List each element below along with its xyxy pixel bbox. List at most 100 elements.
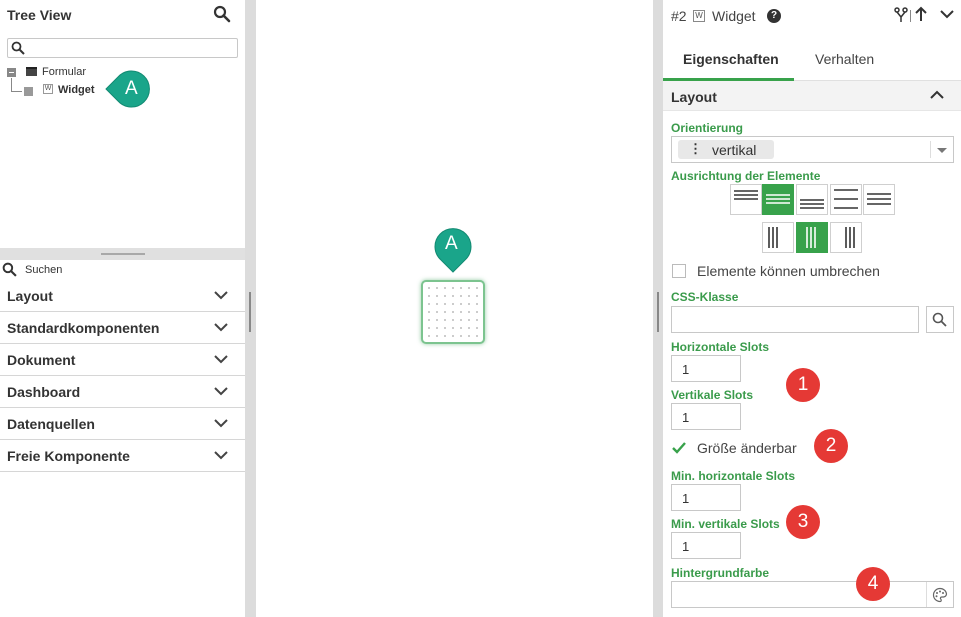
vslots-label: Vertikale Slots xyxy=(671,388,754,402)
callout-badge-4: 4 xyxy=(855,566,891,602)
palette-category-dashboard[interactable]: Dashboard xyxy=(0,376,245,408)
chevron-down-icon xyxy=(214,419,228,428)
resizable-label: Größe änderbar xyxy=(697,440,797,456)
orientation-label: Orientierung xyxy=(671,121,744,135)
min-hslots-value: 1 xyxy=(682,491,690,506)
callout-badge-3: 3 xyxy=(785,504,821,540)
wrap-label: Elemente können umbrechen xyxy=(697,263,880,279)
design-canvas[interactable]: A xyxy=(256,0,653,617)
arrow-up-icon[interactable] xyxy=(914,6,928,22)
align-right-icon xyxy=(845,227,855,248)
align-hcenter-button[interactable] xyxy=(796,222,828,253)
hslots-input[interactable]: 1 xyxy=(671,355,741,382)
widget-container[interactable] xyxy=(421,280,485,344)
collapse-icon[interactable] xyxy=(7,68,16,77)
badge-number: 4 xyxy=(867,573,879,594)
palette-category-layout[interactable]: Layout xyxy=(0,280,245,312)
align-bottom-icon xyxy=(800,199,824,209)
left-panel: Tree View Formular W Widget A Suchen Lay… xyxy=(0,0,245,617)
form-icon xyxy=(26,67,37,76)
palette-category-free[interactable]: Freie Komponente xyxy=(0,440,245,472)
tree-connector xyxy=(11,78,22,92)
hslots-label: Horizontale Slots xyxy=(671,340,770,354)
tree-node-label: Formular xyxy=(42,66,87,78)
min-hslots-label: Min. horizontale Slots xyxy=(671,469,796,483)
component-palette: Suchen Layout Standardkomponenten Dokume… xyxy=(0,260,245,617)
align-right-button[interactable] xyxy=(830,222,862,253)
min-vslots-label: Min. vertikale Slots xyxy=(671,517,780,531)
badge-number: 3 xyxy=(797,511,809,532)
search-placeholder: Suchen xyxy=(25,264,63,276)
left-resize-gutter[interactable] xyxy=(245,0,256,617)
gutter-grip[interactable] xyxy=(657,292,659,332)
min-hslots-input[interactable]: 1 xyxy=(671,484,741,511)
selected-chip: ⋮ vertikal xyxy=(678,140,774,159)
css-class-search-button[interactable] xyxy=(926,306,954,333)
chevron-down-icon xyxy=(214,323,228,332)
alignment-label: Ausrichtung der Elemente xyxy=(671,169,821,183)
palette-category-datasources[interactable]: Datenquellen xyxy=(0,408,245,440)
widget-type-icon: W xyxy=(693,10,705,22)
align-space-around-button[interactable] xyxy=(863,184,895,215)
tab-verhalten[interactable]: Verhalten xyxy=(815,51,874,67)
palette-category-standard[interactable]: Standardkomponenten xyxy=(0,312,245,344)
palette-search-input[interactable]: Suchen xyxy=(0,260,245,280)
tab-eigenschaften[interactable]: Eigenschaften xyxy=(683,51,779,67)
chevron-up-icon[interactable] xyxy=(930,90,944,100)
bgcolor-divider xyxy=(926,582,927,607)
help-icon[interactable]: ? xyxy=(767,9,781,23)
align-space-between-icon xyxy=(834,189,858,209)
category-label: Dokument xyxy=(7,352,76,368)
align-center-icon xyxy=(766,194,790,204)
align-center-button[interactable] xyxy=(762,184,794,215)
align-top-button[interactable] xyxy=(730,184,762,215)
wrap-checkbox[interactable] xyxy=(672,264,686,278)
palette-icon[interactable] xyxy=(932,587,948,603)
panel-splitter[interactable] xyxy=(0,248,245,260)
align-left-button[interactable] xyxy=(762,222,794,253)
search-icon xyxy=(932,312,947,327)
tree-view-panel: Tree View Formular W Widget A xyxy=(0,0,245,248)
category-label: Datenquellen xyxy=(7,416,95,432)
dropdown-arrow-icon[interactable] xyxy=(936,147,948,155)
category-label: Layout xyxy=(7,288,53,304)
gutter-grip[interactable] xyxy=(249,292,251,332)
toolbar-separator xyxy=(910,10,911,22)
palette-category-document[interactable]: Dokument xyxy=(0,344,245,376)
category-label: Standardkomponenten xyxy=(7,320,160,336)
css-class-input[interactable] xyxy=(671,306,919,333)
chevron-down-icon[interactable] xyxy=(940,9,954,19)
bgcolor-input[interactable] xyxy=(671,581,954,608)
badge-number: 1 xyxy=(797,374,809,395)
element-id: #2 xyxy=(671,8,687,24)
search-icon[interactable] xyxy=(213,5,231,23)
marker-label: A xyxy=(125,78,138,99)
tree-node-formular[interactable]: Formular xyxy=(7,66,107,80)
chevron-down-icon xyxy=(214,355,228,364)
align-bottom-button[interactable] xyxy=(796,184,828,215)
splitter-grip[interactable] xyxy=(101,253,145,255)
section-header-layout[interactable]: Layout xyxy=(663,81,961,111)
vslots-input[interactable]: 1 xyxy=(671,403,741,430)
checkmark-icon[interactable] xyxy=(671,441,687,455)
bgcolor-label: Hintergrundfarbe xyxy=(671,566,770,580)
right-resize-gutter[interactable] xyxy=(653,0,663,617)
tree-filter-input[interactable] xyxy=(7,38,238,58)
vslots-value: 1 xyxy=(682,410,690,425)
search-icon xyxy=(2,262,17,277)
orientation-select[interactable]: ⋮ vertikal xyxy=(671,136,954,163)
properties-tabs: Eigenschaften Verhalten xyxy=(663,37,961,81)
branch-icon[interactable] xyxy=(894,7,908,23)
min-vslots-input[interactable]: 1 xyxy=(671,532,741,559)
chevron-down-icon xyxy=(214,387,228,396)
tree-view-title: Tree View xyxy=(7,7,72,23)
vertical-dots-icon: ⋮ xyxy=(689,141,702,156)
leaf-icon xyxy=(24,87,33,96)
chevron-down-icon xyxy=(214,451,228,460)
category-label: Freie Komponente xyxy=(7,448,130,464)
align-space-between-button[interactable] xyxy=(830,184,862,215)
tree-node-label: Widget xyxy=(58,84,95,96)
category-label: Dashboard xyxy=(7,384,81,400)
element-name: Widget xyxy=(712,8,756,24)
selected-value: vertikal xyxy=(712,142,757,158)
